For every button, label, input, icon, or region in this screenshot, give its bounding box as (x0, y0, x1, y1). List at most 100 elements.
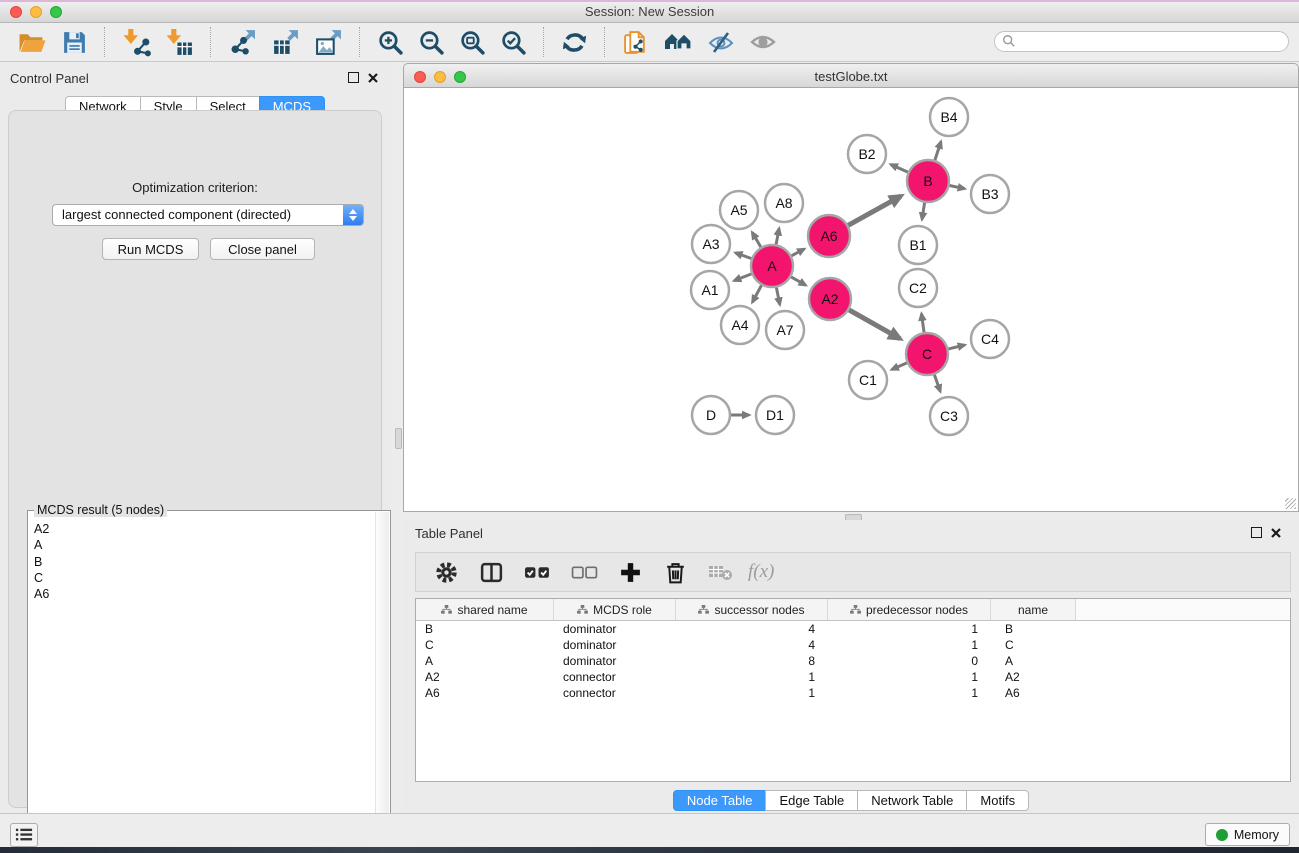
node-D1[interactable]: D1 (756, 396, 794, 434)
run-mcds-button[interactable]: Run MCDS (102, 238, 199, 260)
tab-motifs[interactable]: Motifs (966, 790, 1029, 811)
search-input[interactable] (994, 31, 1289, 52)
edge-A-A6[interactable] (792, 249, 805, 256)
node-C[interactable]: C (906, 333, 948, 375)
close-panel-icon[interactable] (1271, 528, 1281, 538)
node-A4[interactable]: A4 (721, 306, 759, 344)
deselect-all-button[interactable] (565, 562, 604, 583)
zoom-selected-button[interactable] (496, 27, 531, 58)
window-resize-grip[interactable] (1285, 498, 1296, 509)
zoom-fit-button[interactable] (455, 27, 490, 58)
edge-A-A2[interactable] (791, 277, 806, 285)
float-panel-icon[interactable] (1251, 527, 1262, 538)
table-row[interactable]: Bdominator41B (416, 621, 1290, 637)
refresh-button[interactable] (557, 27, 592, 58)
node-B2[interactable]: B2 (848, 135, 886, 173)
split-columns-button[interactable] (473, 558, 510, 587)
edge-C-C3[interactable] (934, 375, 940, 392)
edge-C-C4[interactable] (948, 345, 964, 349)
table-cell: 4 (676, 638, 828, 652)
tab-network-table[interactable]: Network Table (857, 790, 967, 811)
node-A5[interactable]: A5 (720, 191, 758, 229)
node-A7[interactable]: A7 (766, 311, 804, 349)
task-history-button[interactable] (10, 823, 38, 847)
node-D[interactable]: D (692, 396, 730, 434)
tab-edge-table[interactable]: Edge Table (765, 790, 858, 811)
hide-eye-button[interactable] (703, 27, 739, 57)
memory-button[interactable]: Memory (1205, 823, 1290, 846)
edge-A-A1[interactable] (734, 274, 751, 281)
edge-C-C1[interactable] (892, 363, 907, 370)
app-titlebar[interactable]: Session: New Session (0, 2, 1299, 23)
mcds-result-item[interactable]: A (32, 537, 374, 553)
column-header-shared-name[interactable]: shared name (416, 599, 554, 620)
node-A1[interactable]: A1 (691, 271, 729, 309)
node-B3[interactable]: B3 (971, 175, 1009, 213)
node-B1[interactable]: B1 (899, 226, 937, 264)
network-window-titlebar[interactable]: testGlobe.txt (403, 63, 1299, 88)
float-panel-icon[interactable] (348, 72, 359, 83)
settings-gear-button[interactable] (428, 558, 465, 587)
export-image-button[interactable] (310, 26, 347, 59)
add-plus-button[interactable] (612, 558, 649, 587)
zoom-out-button[interactable] (414, 27, 449, 58)
mcds-result-item[interactable]: A2 (32, 521, 374, 537)
node-label: A6 (820, 228, 837, 244)
node-C3[interactable]: C3 (930, 397, 968, 435)
export-table-button[interactable] (267, 26, 304, 59)
edge-B-B3[interactable] (950, 186, 965, 189)
edge-C-C2[interactable] (922, 314, 925, 332)
import-network-button[interactable] (118, 26, 155, 59)
open-session-button[interactable] (13, 27, 51, 58)
delete-trash-button[interactable] (657, 558, 694, 587)
edge-A6-B[interactable] (848, 196, 901, 225)
edge-A-A7[interactable] (776, 288, 779, 305)
node-B4[interactable]: B4 (930, 98, 968, 136)
column-header-successor-nodes[interactable]: successor nodes (676, 599, 828, 620)
table-row[interactable]: A2connector11A2 (416, 669, 1290, 685)
node-C4[interactable]: C4 (971, 320, 1009, 358)
close-panel-button[interactable]: Close panel (210, 238, 315, 260)
node-C1[interactable]: C1 (849, 361, 887, 399)
select-all-checked-button[interactable] (518, 562, 557, 583)
tab-node-table[interactable]: Node Table (673, 790, 767, 811)
mcds-result-item[interactable]: B (32, 554, 374, 570)
import-table-button[interactable] (161, 26, 198, 59)
table-row[interactable]: A6connector11A6 (416, 685, 1290, 701)
node-A2[interactable]: A2 (809, 278, 851, 320)
close-panel-icon[interactable] (368, 73, 378, 83)
column-header-predecessor-nodes[interactable]: predecessor nodes (828, 599, 991, 620)
edge-A-A3[interactable] (736, 253, 752, 259)
table-panel: Table Panel f(x) shared nameMCDS rolesuc… (403, 520, 1299, 813)
node-A8[interactable]: A8 (765, 184, 803, 222)
node-A6[interactable]: A6 (808, 215, 850, 257)
session-pages-button[interactable] (618, 27, 653, 58)
zoom-in-button[interactable] (373, 27, 408, 58)
node-B[interactable]: B (907, 160, 949, 202)
edge-B-B2[interactable] (891, 165, 908, 173)
network-canvas[interactable]: A A1 A2 A3 A4 A5 A6 A7 A8 B B1 B2 B3 B4 C C1 C2 C3 C4 D D1 (404, 88, 1298, 510)
edge-A-A4[interactable] (752, 285, 761, 302)
mcds-result-item[interactable]: C (32, 570, 374, 586)
edge-A2-C[interactable] (849, 310, 900, 339)
node-C2[interactable]: C2 (899, 269, 937, 307)
edge-A-A5[interactable] (752, 232, 761, 247)
edge-B-B4[interactable] (935, 142, 941, 160)
node-A3[interactable]: A3 (692, 225, 730, 263)
table-row[interactable]: Cdominator41C (416, 637, 1290, 653)
mcds-result-item[interactable]: A6 (32, 586, 374, 602)
edge-A-A8[interactable] (776, 229, 779, 245)
table-row[interactable]: Adominator80A (416, 653, 1290, 669)
export-network-button[interactable] (224, 26, 261, 59)
column-header-name[interactable]: name (991, 599, 1076, 620)
scrollbar-track[interactable] (375, 512, 389, 841)
edge-B-B1[interactable] (922, 203, 925, 220)
dropdown-stepper-icon (343, 205, 363, 225)
home-overview-button[interactable] (659, 27, 697, 57)
optimization-criterion-dropdown[interactable]: largest connected component (directed) (52, 204, 364, 226)
node-A[interactable]: A (751, 245, 793, 287)
toolbar-separator (359, 27, 361, 57)
vertical-splitter-handle[interactable] (395, 428, 402, 449)
save-session-button[interactable] (57, 27, 92, 58)
column-header-MCDS-role[interactable]: MCDS role (554, 599, 676, 620)
